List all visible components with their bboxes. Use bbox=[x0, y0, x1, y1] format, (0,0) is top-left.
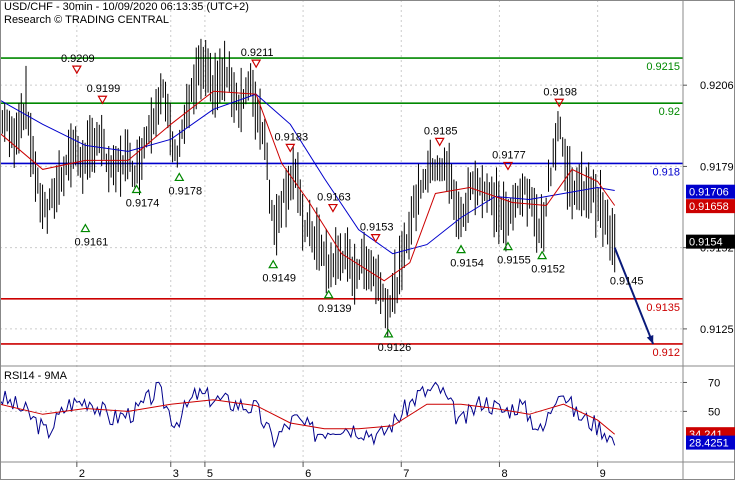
swing-high-label: 0.9211 bbox=[241, 47, 274, 59]
swing-low-marker bbox=[502, 241, 514, 251]
forecast-arrow-line bbox=[613, 247, 655, 345]
chart-svg: 0.92150.920.9180.91350.912 0.92090.91990… bbox=[0, 0, 735, 480]
swing-low-label: 0.9139 bbox=[318, 303, 352, 315]
swing-high-label: 0.9163 bbox=[317, 192, 351, 204]
level-label-resistance: 0.9215 bbox=[646, 61, 680, 73]
swing-high-marker bbox=[327, 203, 338, 213]
swing-low-label: 0.9154 bbox=[450, 258, 484, 270]
swing-high-marker bbox=[370, 234, 381, 243]
swing-high-label: 0.9198 bbox=[543, 86, 577, 98]
rsi-badge-blue-label: 28.4251 bbox=[689, 438, 729, 450]
swing-low-label: 0.9152 bbox=[531, 264, 565, 276]
frame bbox=[0, 0, 735, 480]
price-y-tick-label: 0.9206 bbox=[700, 80, 734, 92]
rsi-panel: RSI14 - 9MA bbox=[0, 370, 616, 449]
price-panel: 0.9209 0.9199 0.9161 0.9174 0.9178 0.9211 0.91… bbox=[0, 38, 655, 354]
swing-low-label: 0.9174 bbox=[126, 197, 160, 209]
x-tick-label: 2 bbox=[79, 468, 85, 480]
x-tick-label: 5 bbox=[207, 468, 213, 480]
level-label-resistance: 0.92 bbox=[659, 106, 680, 118]
price-badge-black-label: 0.9154 bbox=[689, 237, 723, 249]
rsi-y-tick-label: 70 bbox=[708, 377, 720, 389]
level-label-support: 0.9135 bbox=[646, 302, 680, 314]
swing-high-marker bbox=[97, 95, 108, 105]
swing-low-marker bbox=[174, 172, 185, 182]
rsi-y-tick-label: 50 bbox=[708, 406, 720, 418]
swing-high-label: 0.9209 bbox=[61, 53, 95, 65]
swing-low-label: 0.9178 bbox=[168, 185, 202, 197]
swing-low-marker bbox=[383, 328, 394, 338]
swing-high-label: 0.9183 bbox=[274, 131, 308, 143]
swing-low-marker bbox=[455, 244, 467, 254]
swing-low-label: 0.9155 bbox=[497, 255, 531, 267]
rsi-title: RSI14 - 9MA bbox=[4, 370, 68, 382]
swing-low-marker bbox=[268, 259, 279, 269]
axes: 0.9206 0.9179 0.9152 0.9125 2 3 5 6 7 8 9 70 50 bbox=[0, 0, 735, 480]
swing-low-label: 0.9149 bbox=[262, 273, 296, 285]
target-label: 0.9145 bbox=[610, 276, 644, 288]
swing-high-marker bbox=[71, 65, 82, 75]
swing-low-label: 0.9161 bbox=[75, 237, 109, 249]
price-y-tick-label: 0.9179 bbox=[700, 161, 734, 173]
swing-high-marker bbox=[434, 137, 445, 147]
grid bbox=[0, 0, 683, 462]
price-badge-blue-label: 0.91706 bbox=[689, 187, 729, 199]
swing-high-label: 0.9177 bbox=[492, 149, 526, 161]
x-tick-label: 7 bbox=[403, 468, 409, 480]
swing-high-label: 0.9199 bbox=[87, 83, 121, 95]
swing-high-label: 0.9185 bbox=[424, 125, 458, 137]
price-badge-red-label: 0.91658 bbox=[689, 201, 729, 213]
swing-high-marker bbox=[251, 59, 262, 69]
x-tick-label: 6 bbox=[305, 468, 311, 480]
level-label-pivot: 0.918 bbox=[652, 166, 680, 178]
x-tick-label: 9 bbox=[600, 468, 606, 480]
level-label-support: 0.912 bbox=[652, 347, 680, 359]
swing-low-marker bbox=[80, 223, 91, 233]
x-tick-label: 3 bbox=[173, 468, 179, 480]
forecast-arrow-head bbox=[646, 334, 654, 344]
chart-credit: Research © TRADING CENTRAL bbox=[4, 14, 169, 26]
rsi-line bbox=[0, 381, 616, 449]
swing-low-marker bbox=[537, 250, 548, 260]
swing-high-label: 0.9153 bbox=[360, 222, 394, 234]
x-tick-label: 8 bbox=[501, 468, 507, 480]
chart-title: USD/CHF - 30min - 10/09/2020 06:13:35 (U… bbox=[4, 1, 249, 13]
price-y-tick-label: 0.9125 bbox=[700, 324, 734, 336]
swing-low-label: 0.9126 bbox=[378, 342, 412, 354]
